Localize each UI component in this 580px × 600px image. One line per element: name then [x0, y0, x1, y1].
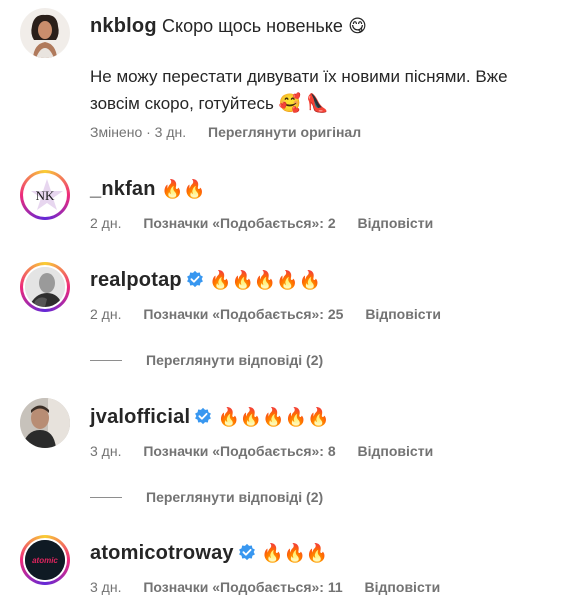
post-author-username[interactable]: nkblog — [90, 15, 157, 37]
nk-logo-icon: NK — [31, 179, 63, 210]
comment-likes[interactable]: Позначки «Подобається»: 8 — [143, 443, 335, 459]
comment-header: jvalofficial 🔥🔥🔥🔥🔥 — [90, 404, 330, 433]
view-original-link[interactable]: Переглянути оригінал — [208, 124, 361, 140]
view-replies-label: Переглянути відповіді (2) — [146, 489, 324, 505]
post-author-avatar[interactable] — [20, 8, 70, 58]
post-meta: Змінено · 3 дн. Переглянути оригінал — [90, 124, 379, 140]
post-body: Не можу перестати дивувати їх новими піс… — [90, 64, 560, 117]
avatar-lettering: atomic — [32, 556, 58, 565]
verified-badge-icon — [194, 407, 212, 433]
post-edited-time: Змінено · 3 дн. — [90, 124, 187, 140]
person-photo-icon — [20, 398, 70, 448]
comment-username[interactable]: realpotap — [90, 269, 182, 291]
comment-likes[interactable]: Позначки «Подобається»: 11 — [143, 579, 342, 595]
avatar-photo-icon — [20, 8, 70, 58]
comment-time: 2 дн. — [90, 215, 122, 231]
comment-username[interactable]: jvalofficial — [90, 406, 190, 428]
comment-header: atomicotroway 🔥🔥🔥 — [90, 540, 328, 569]
fire-emoji-icon: 🔥🔥 — [160, 179, 206, 199]
comment-avatar[interactable] — [20, 262, 70, 312]
person-photo-icon — [25, 267, 65, 307]
comment-avatar[interactable]: NK — [20, 170, 70, 220]
smiley-emoji-icon: 😋 — [348, 16, 367, 36]
comment-meta: 3 дн. Позначки «Подобається»: 11 Відпові… — [90, 579, 458, 595]
view-replies-label: Переглянути відповіді (2) — [146, 352, 324, 368]
comment-time: 3 дн. — [90, 443, 122, 459]
comment-avatar[interactable] — [20, 398, 70, 448]
atomic-logo-icon: atomic — [25, 540, 65, 580]
reply-button[interactable]: Відповісти — [365, 306, 441, 322]
comment-meta: 2 дн. Позначки «Подобається»: 25 Відпові… — [90, 306, 459, 322]
heart-face-and-heel-emoji-icon: 🥰 👠 — [278, 93, 329, 113]
comment-meta: 3 дн. Позначки «Подобається»: 8 Відповіс… — [90, 443, 451, 459]
fire-emoji-icon: 🔥🔥🔥 — [261, 543, 329, 563]
post-header: nkblog Скоро щось новеньке 😋 — [90, 13, 367, 40]
reply-button[interactable]: Відповісти — [365, 579, 441, 595]
post-caption: Скоро щось новеньке — [162, 16, 343, 36]
comment-username[interactable]: atomicotroway — [90, 542, 234, 564]
comment-likes[interactable]: Позначки «Подобається»: 2 — [143, 215, 335, 231]
view-replies-button[interactable]: Переглянути відповіді (2) — [90, 489, 323, 505]
comment-likes[interactable]: Позначки «Подобається»: 25 — [143, 306, 343, 322]
replies-divider — [90, 359, 122, 361]
comment-header: _nkfan 🔥🔥 — [90, 176, 206, 203]
replies-divider — [90, 496, 122, 498]
fire-emoji-icon: 🔥🔥🔥🔥🔥 — [217, 407, 330, 427]
fire-emoji-icon: 🔥🔥🔥🔥🔥 — [209, 270, 322, 290]
comment-avatar[interactable]: atomic — [20, 535, 70, 585]
comment-time: 3 дн. — [90, 579, 122, 595]
comment-time: 2 дн. — [90, 306, 122, 322]
avatar-lettering: NK — [36, 188, 55, 203]
comment-meta: 2 дн. Позначки «Подобається»: 2 Відповіс… — [90, 215, 451, 231]
reply-button[interactable]: Відповісти — [358, 443, 434, 459]
reply-button[interactable]: Відповісти — [358, 215, 434, 231]
comment-header: realpotap 🔥🔥🔥🔥🔥 — [90, 267, 321, 296]
view-replies-button[interactable]: Переглянути відповіді (2) — [90, 352, 323, 368]
verified-badge-icon — [186, 270, 204, 296]
comment-username[interactable]: _nkfan — [90, 178, 156, 200]
verified-badge-icon — [238, 543, 256, 569]
